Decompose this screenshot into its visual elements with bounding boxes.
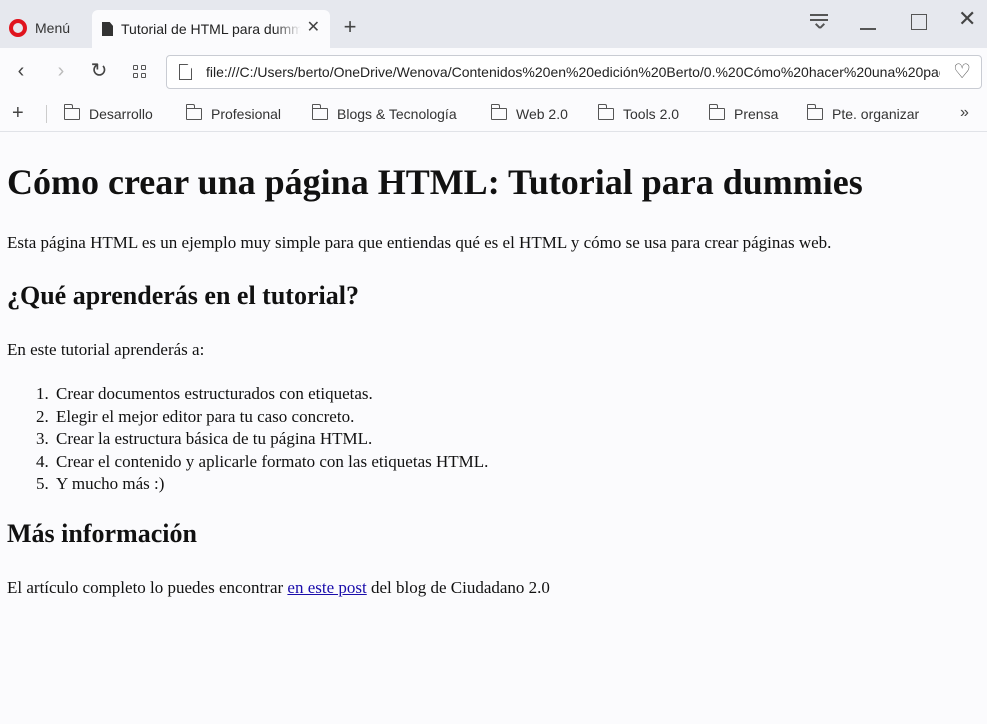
bookmark-folder-profesional[interactable]: Profesional <box>185 104 282 123</box>
bookmark-folder-desarrollo[interactable]: Desarrollo <box>63 104 153 123</box>
list-number: 5. <box>36 474 49 493</box>
bookmarks-divider <box>46 105 47 123</box>
maximize-icon[interactable] <box>911 14 927 30</box>
title-bar: Menú Tutorial de HTML para dummies ✕ + ✕ <box>0 0 987 48</box>
section-lead: En este tutorial aprenderás a: <box>7 340 205 359</box>
bookmark-label: Blogs & Tecnología <box>337 106 457 122</box>
bookmark-label: Prensa <box>734 106 779 122</box>
list-item: 2. Elegir el mejor editor para tu caso co… <box>36 406 488 429</box>
tab-title: Tutorial de HTML para dummies <box>121 21 301 37</box>
bookmark-folder-pte-organizar[interactable]: Pte. organizar <box>806 104 920 123</box>
bookmark-label: Profesional <box>211 106 282 122</box>
bookmarks-bar: + Desarrollo Profesional Blogs & Tecnolo… <box>0 96 987 132</box>
bookmark-folder-prensa[interactable]: Prensa <box>708 104 779 123</box>
url-text[interactable]: file:///C:/Users/berto/OneDrive/Wenova/C… <box>206 64 940 80</box>
folder-icon <box>311 104 328 120</box>
list-item: 1. Crear documentos estructurados con eti… <box>36 383 488 406</box>
intro-paragraph: Esta página HTML es un ejemplo muy simpl… <box>7 233 832 252</box>
list-item-text: Crear la estructura básica de tu página … <box>56 429 373 448</box>
opera-menu-button[interactable]: Menú <box>0 8 88 48</box>
list-number: 1. <box>36 384 49 403</box>
post-link[interactable]: en este post <box>287 578 366 597</box>
bookmark-label: Desarrollo <box>89 106 153 122</box>
section-heading-learn: ¿Qué aprenderás en el tutorial? <box>7 281 359 310</box>
list-item: 5. Y mucho más :) <box>36 473 488 496</box>
add-bookmark-icon[interactable]: + <box>12 102 24 124</box>
bookmark-label: Tools 2.0 <box>623 106 680 122</box>
tab-close-icon[interactable]: ✕ <box>307 20 320 36</box>
window-close-icon[interactable]: ✕ <box>958 8 976 30</box>
folder-icon <box>806 104 823 120</box>
bookmark-folder-blogs[interactable]: Blogs & Tecnología <box>311 104 457 123</box>
list-number: 4. <box>36 451 49 471</box>
reload-icon[interactable]: ↻ <box>88 60 110 82</box>
forward-icon[interactable]: › <box>50 60 72 82</box>
menu-label: Menú <box>35 20 71 36</box>
folder-icon <box>63 104 80 120</box>
learning-list: 1. Crear documentos estructurados con eti… <box>36 383 489 496</box>
minimize-icon[interactable] <box>860 10 878 30</box>
folder-icon <box>708 104 725 120</box>
bookmark-folder-tools20[interactable]: Tools 2.0 <box>597 104 680 123</box>
document-icon <box>102 22 113 36</box>
heart-icon[interactable]: ♡ <box>953 62 971 82</box>
back-icon[interactable]: ‹ <box>10 60 32 82</box>
bookmark-label: Pte. organizar <box>832 106 920 122</box>
list-item-text: Crear documentos estructurados con etiqu… <box>56 384 373 403</box>
folder-icon <box>597 104 614 120</box>
more-info-text-end: del blog de Ciudadano 2.0 <box>366 578 550 597</box>
folder-icon <box>185 104 202 120</box>
list-item: 4. Crear el contenido y aplicarle formato… <box>36 451 489 474</box>
bookmark-label: Web 2.0 <box>516 106 568 122</box>
more-info-paragraph: El artículo completo lo puedes encontrar… <box>7 578 550 598</box>
tabs-grid-icon[interactable] <box>133 65 147 79</box>
list-item: 3. Crear la estructura básica de tu págin… <box>36 428 488 451</box>
chevron-double-right-icon[interactable]: » <box>960 104 969 122</box>
list-number: 3. <box>36 429 49 448</box>
page-content: Cómo crear una página HTML: Tutorial par… <box>0 133 987 724</box>
more-info-text: El artículo completo lo puedes encontrar <box>7 578 288 597</box>
list-item-text: Elegir el mejor editor para tu caso conc… <box>56 406 355 426</box>
new-tab-button[interactable]: + <box>340 16 360 38</box>
address-bar[interactable]: file:///C:/Users/berto/OneDrive/Wenova/C… <box>166 55 982 89</box>
page-title: Cómo crear una página HTML: Tutorial par… <box>7 162 863 202</box>
easy-setup-icon[interactable] <box>808 10 830 30</box>
list-item-text: Crear el contenido y aplicarle formato c… <box>56 451 489 471</box>
opera-logo-icon <box>9 19 27 37</box>
list-item-text: Y mucho más :) <box>56 474 165 493</box>
section-heading-more-info: Más información <box>7 519 197 548</box>
bookmark-folder-web20[interactable]: Web 2.0 <box>490 104 568 123</box>
page-icon <box>179 64 192 80</box>
folder-icon <box>490 104 507 120</box>
tab-active[interactable]: Tutorial de HTML para dummies ✕ <box>92 10 330 48</box>
navigation-bar: ‹ › ↻ file:///C:/Users/berto/OneDrive/We… <box>0 48 987 96</box>
list-number: 2. <box>36 406 49 426</box>
